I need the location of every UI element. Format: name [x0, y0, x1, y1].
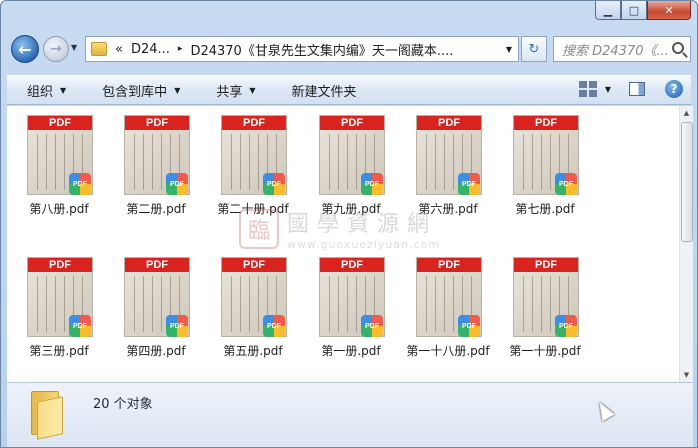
explorer-window: ▁ □ ✕ ← → ▼ « D24... ▸ D24370《甘泉先生文集内编》天… [0, 0, 698, 448]
file-name: 第八册.pdf [29, 202, 89, 216]
pdf-app-icon: PDF [555, 315, 577, 337]
file-item[interactable]: PDF PDF 第五册.pdf [213, 250, 293, 368]
new-folder-label: 新建文件夹 [291, 84, 357, 100]
share-label: 共享 [216, 84, 243, 100]
pdf-band: PDF [125, 116, 189, 130]
file-name: 第七册.pdf [515, 202, 575, 216]
file-name: 第一十册.pdf [509, 344, 581, 358]
pdf-band: PDF [514, 116, 578, 130]
pdf-app-icon: PDF [263, 173, 285, 195]
close-icon: ✕ [664, 3, 674, 17]
watermark: 臨 國學資源網 www.guoxueziyuan.com [239, 206, 440, 251]
organize-menu[interactable]: 组织 ▼ [7, 81, 82, 100]
close-button[interactable]: ✕ [647, 1, 691, 20]
file-item[interactable]: PDF PDF 第一十册.pdf [505, 250, 585, 368]
file-item[interactable]: PDF PDF 第二册.pdf [116, 108, 196, 226]
pdf-band: PDF [417, 116, 481, 130]
file-item[interactable]: PDF PDF 第七册.pdf [505, 108, 585, 226]
maximize-button[interactable]: □ [621, 1, 647, 20]
folder-icon [91, 42, 107, 56]
pdf-band: PDF [28, 116, 92, 130]
minimize-button[interactable]: ▁ [595, 1, 621, 20]
file-item[interactable]: PDF PDF 第一十八册.pdf [406, 250, 490, 368]
file-name: 第一册.pdf [321, 344, 381, 358]
pdf-app-icon: PDF [69, 315, 91, 337]
pdf-band: PDF [320, 116, 384, 130]
search-input[interactable]: 搜索 D24370《... [553, 36, 691, 62]
file-name: 第一十八册.pdf [406, 344, 490, 358]
help-glyph: ? [670, 82, 678, 96]
caption-buttons: ▁ □ ✕ [595, 1, 691, 21]
watermark-text: 國學資源網 [287, 212, 438, 237]
minimize-icon: ▁ [603, 3, 613, 17]
pdf-band: PDF [514, 258, 578, 272]
refresh-button[interactable]: ↻ [521, 36, 547, 62]
search-icon[interactable] [672, 42, 684, 54]
file-item[interactable]: PDF PDF 第八册.pdf [19, 108, 99, 226]
address-dropdown-icon[interactable]: ▼ [506, 45, 512, 54]
pdf-app-icon: PDF [555, 173, 577, 195]
file-name: 第四册.pdf [126, 344, 186, 358]
toolbar-right: ▼ ? [578, 80, 683, 98]
pdf-band: PDF [28, 258, 92, 272]
watermark-url: www.guoxueziyuan.com [287, 238, 441, 251]
item-count: 20 个对象 [93, 397, 153, 412]
pdf-app-icon: PDF [361, 315, 383, 337]
view-options-icon[interactable]: ▼ [605, 85, 611, 94]
pdf-band: PDF [125, 258, 189, 272]
file-item[interactable]: PDF PDF 第一册.pdf [311, 250, 391, 368]
change-view-icon[interactable] [578, 81, 597, 97]
file-item[interactable]: PDF PDF 第三册.pdf [19, 250, 99, 368]
pdf-band: PDF [417, 258, 481, 272]
chevron-down-icon: ▼ [60, 85, 67, 95]
pdf-app-icon: PDF [263, 315, 285, 337]
breadcrumb-current[interactable]: D24370《甘泉先生文集内编》天一阁藏本.... [190, 40, 453, 59]
navigation-bar: ← → ▼ « D24... ▸ D24370《甘泉先生文集内编》天一阁藏本..… [7, 33, 691, 65]
file-item[interactable]: PDF PDF 第四册.pdf [116, 250, 196, 368]
recent-pages-button[interactable]: ▼ [71, 43, 77, 52]
forward-arrow-icon: → [50, 41, 62, 57]
pdf-app-icon: PDF [361, 173, 383, 195]
forward-button[interactable]: → [43, 36, 69, 62]
chevron-down-icon: ▼ [174, 85, 181, 95]
help-icon[interactable]: ? [665, 80, 683, 98]
pdf-band: PDF [222, 258, 286, 272]
refresh-icon: ↻ [528, 41, 540, 57]
pdf-app-icon: PDF [458, 315, 480, 337]
file-name: 第五册.pdf [223, 344, 283, 358]
scroll-up-icon[interactable]: ▲ [680, 106, 693, 120]
command-bar: 组织 ▼ 包含到库中 ▼ 共享 ▼ 新建文件夹 ▼ ? [7, 75, 691, 105]
search-placeholder: 搜索 D24370《... [562, 43, 669, 59]
share-menu[interactable]: 共享 ▼ [196, 81, 271, 100]
pdf-app-icon: PDF [166, 315, 188, 337]
scroll-down-icon[interactable]: ▼ [680, 368, 693, 382]
vertical-scrollbar[interactable]: ▲ ▼ [679, 106, 693, 382]
pdf-app-icon: PDF [166, 173, 188, 195]
scrollbar-thumb[interactable] [681, 122, 693, 242]
folder-icon [29, 391, 67, 440]
include-library-label: 包含到库中 [102, 84, 168, 100]
pdf-app-icon: PDF [69, 173, 91, 195]
address-bar[interactable]: « D24... ▸ D24370《甘泉先生文集内编》天一阁藏本.... ▼ [85, 36, 519, 62]
organize-label: 组织 [27, 84, 54, 100]
file-name: 第二册.pdf [126, 202, 186, 216]
include-in-library-menu[interactable]: 包含到库中 ▼ [82, 81, 196, 100]
pdf-band: PDF [222, 116, 286, 130]
address-overflow-chevron[interactable]: « [115, 42, 123, 57]
breadcrumb-separator-icon[interactable]: ▸ [178, 44, 183, 54]
file-name: 第三册.pdf [29, 344, 89, 358]
pdf-app-icon: PDF [458, 173, 480, 195]
breadcrumb-root[interactable]: D24... [131, 42, 170, 57]
back-arrow-icon: ← [18, 39, 32, 59]
details-pane: 20 个对象 [7, 382, 693, 447]
new-folder-button[interactable]: 新建文件夹 [272, 81, 373, 100]
watermark-seal: 臨 [239, 208, 279, 249]
back-button[interactable]: ← [11, 35, 39, 63]
maximize-icon: □ [628, 3, 640, 17]
chevron-down-icon: ▼ [249, 85, 256, 95]
preview-pane-icon[interactable] [629, 82, 645, 96]
pdf-band: PDF [320, 258, 384, 272]
